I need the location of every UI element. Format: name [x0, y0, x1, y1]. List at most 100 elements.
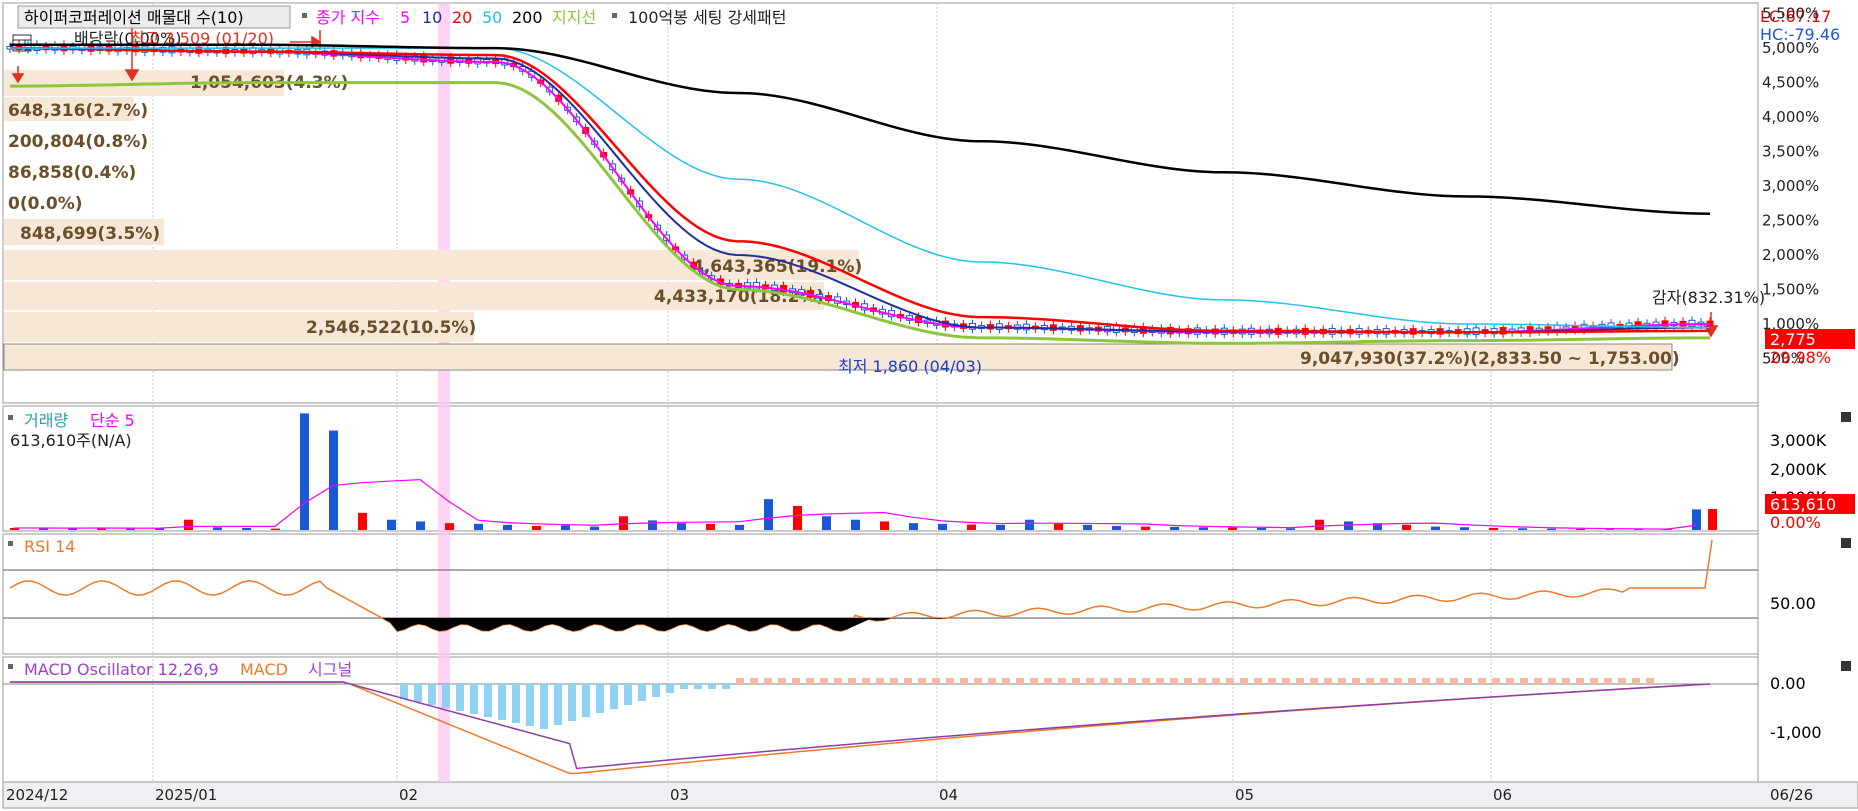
- osc-bar-pos: [764, 678, 772, 684]
- osc-bar-pos: [1212, 678, 1220, 684]
- pattern-label[interactable]: 100억봉 세팅 강세패턴: [628, 8, 786, 27]
- osc-bar-neg: [722, 684, 730, 689]
- osc-bar-pos: [1590, 678, 1598, 684]
- osc-bar-pos: [1016, 678, 1024, 684]
- ma50-label[interactable]: 50: [482, 8, 502, 27]
- osc-bar-pos: [1156, 678, 1164, 684]
- ma10-label[interactable]: 10: [422, 8, 442, 27]
- volume-bar: [329, 430, 338, 530]
- support-label[interactable]: 지지선: [552, 8, 596, 27]
- stock-title[interactable]: 하이퍼코퍼레이션 매물대 수(10): [24, 8, 244, 27]
- volume-bar: [532, 525, 541, 530]
- osc-bar-neg: [456, 684, 464, 711]
- osc-bar-pos: [876, 678, 884, 684]
- price-axis-label: 2,000%: [1762, 246, 1819, 264]
- volume-bar: [416, 521, 425, 530]
- x-axis: [2, 781, 1858, 809]
- volume-bar: [1054, 523, 1063, 530]
- indicator-label[interactable]: 종가 지수: [316, 8, 380, 27]
- osc-bar-neg: [610, 684, 618, 709]
- osc-bar-pos: [918, 678, 926, 684]
- osc-bar-neg: [680, 684, 688, 689]
- osc-bar-neg: [484, 684, 492, 717]
- volume-bar: [561, 525, 570, 530]
- osc-bar-neg: [582, 684, 590, 717]
- volume-bar-last: [1708, 508, 1717, 530]
- volume-bar: [445, 523, 454, 530]
- price-axis-label: 4,000%: [1762, 108, 1819, 126]
- volume-bar: [1547, 528, 1556, 530]
- macd-title[interactable]: MACD Oscillator 12,26,9: [24, 660, 219, 679]
- volume-bar: [1170, 526, 1179, 530]
- price-axis-label: 5,500%: [1762, 5, 1819, 23]
- volume-bar: [648, 520, 657, 530]
- osc-bar-pos: [1534, 678, 1542, 684]
- volume-ma-label[interactable]: 단순 5: [90, 411, 135, 430]
- osc-bar-neg: [638, 684, 646, 701]
- rsi-axis-50: 50.00: [1770, 594, 1816, 613]
- osc-bar-pos: [1576, 678, 1584, 684]
- x-axis-label: 2025/01: [155, 786, 217, 804]
- volume-bar: [764, 499, 773, 530]
- vp-label-9: 9,047,930(37.2%)(2,833.50 ~ 1,753.00): [1300, 349, 1680, 369]
- rsi-panel: [2, 533, 1759, 655]
- osc-bar-pos: [1618, 678, 1626, 684]
- osc-bar-pos: [1282, 678, 1290, 684]
- x-axis-right-label: 06/26: [1770, 786, 1813, 804]
- volume-bar: [1228, 527, 1237, 530]
- vp-label-5: 848,699(3.5%): [20, 224, 160, 244]
- x-axis-label: 2024/12: [6, 786, 68, 804]
- ma5-label[interactable]: 5: [400, 8, 410, 27]
- osc-bar-pos: [1366, 678, 1374, 684]
- rsi-title[interactable]: RSI 14: [24, 537, 75, 556]
- volume-bar: [271, 528, 280, 530]
- volume-bar: [706, 523, 715, 530]
- volume-bar: [1083, 524, 1092, 530]
- volume-bar: [735, 524, 744, 530]
- vp-label-4: 0(0.0%): [8, 194, 83, 214]
- osc-bar-neg: [624, 684, 632, 705]
- osc-bar-neg: [568, 684, 576, 721]
- osc-bar-neg: [428, 684, 436, 705]
- volume-bar: [474, 523, 483, 530]
- volume-bar: [996, 524, 1005, 530]
- osc-bar-pos: [1548, 678, 1556, 684]
- osc-bar-pos: [1086, 678, 1094, 684]
- osc-bar-pos: [1632, 678, 1640, 684]
- volume-title[interactable]: 거래량: [24, 411, 68, 430]
- volume-bar: [1518, 528, 1527, 530]
- osc-bar-pos: [862, 678, 870, 684]
- osc-bar-pos: [1646, 678, 1654, 684]
- x-axis-label: 05: [1235, 786, 1254, 804]
- volume-bar: [1344, 521, 1353, 530]
- osc-bar-pos: [778, 678, 786, 684]
- volume-bar: [851, 519, 860, 530]
- volume-bar: [242, 527, 251, 530]
- panel-close-icons[interactable]: [1841, 412, 1851, 671]
- osc-bar-pos: [1128, 678, 1136, 684]
- osc-bar-pos: [1184, 678, 1192, 684]
- volume-current: 613,610주(N/A): [10, 431, 132, 450]
- osc-bar-neg: [470, 684, 478, 714]
- osc-bar-neg: [400, 684, 408, 699]
- close-icon: [1841, 661, 1851, 671]
- ma200-label[interactable]: 200: [512, 8, 543, 27]
- osc-bar-neg: [708, 684, 716, 689]
- volume-bar: [1576, 528, 1585, 530]
- vp-label-2: 200,804(0.8%): [8, 132, 148, 152]
- volume-bar: [213, 527, 222, 530]
- osc-bar-pos: [806, 678, 814, 684]
- osc-bar-pos: [792, 678, 800, 684]
- osc-bar-pos: [1170, 678, 1178, 684]
- ma20-label[interactable]: 20: [452, 8, 472, 27]
- macd-axis-0: 0.00: [1770, 674, 1806, 693]
- macd-label[interactable]: MACD: [240, 660, 288, 679]
- volume-bar: [1025, 519, 1034, 530]
- volume-bar: [677, 523, 686, 530]
- volume-bar: [1605, 529, 1614, 530]
- volume-bar: [938, 523, 947, 530]
- x-axis-label: 02: [399, 786, 418, 804]
- price-axis-label: 5,000%: [1762, 39, 1819, 57]
- close-icon: [1841, 412, 1851, 422]
- signal-label[interactable]: 시그널: [308, 660, 352, 679]
